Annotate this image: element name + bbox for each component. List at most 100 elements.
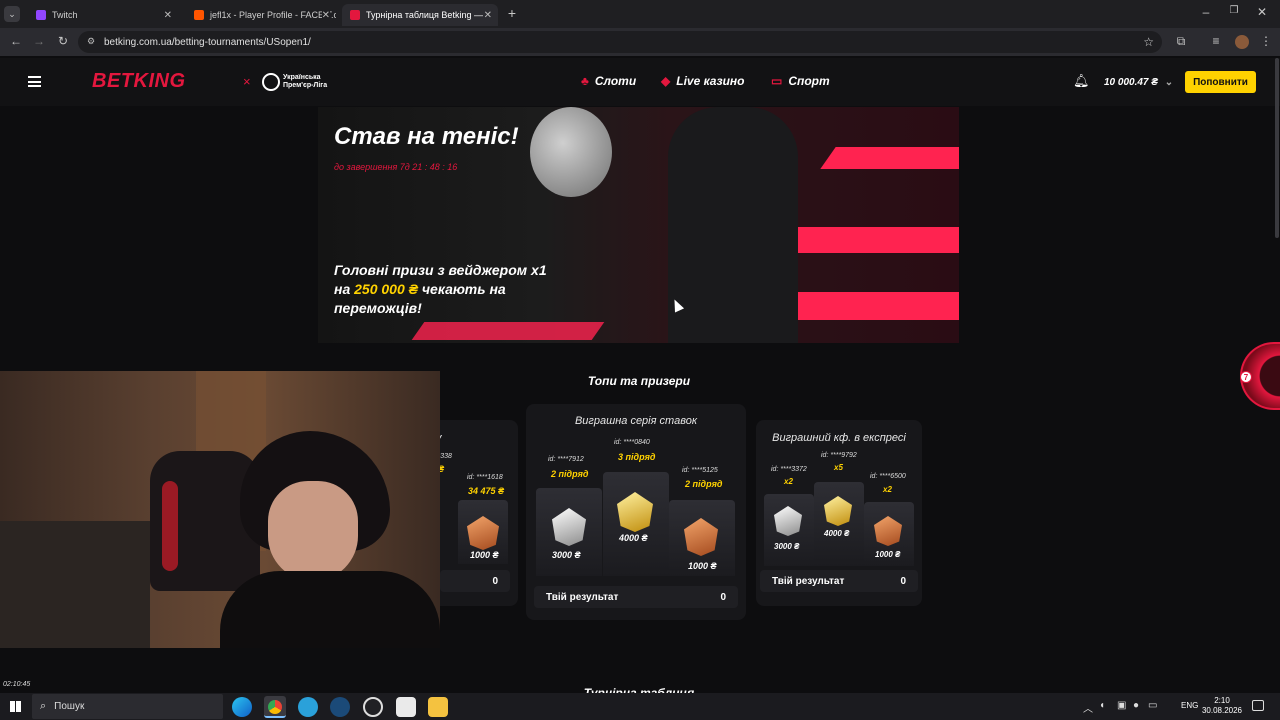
- nav-sport[interactable]: ▭ Спорт: [771, 74, 830, 88]
- logo-text: BETKING: [92, 70, 186, 92]
- stream-timer: 02:10:45: [3, 681, 31, 688]
- live-casino-icon: ◆: [661, 74, 671, 88]
- prize-amount: 1000 ₴: [875, 550, 901, 559]
- prize-amount: 1000 ₴: [470, 550, 499, 560]
- clock-time: 2:10: [1214, 696, 1230, 705]
- close-window-icon[interactable]: ✕: [1254, 5, 1270, 19]
- restore-window-icon[interactable]: ❐: [1226, 5, 1242, 16]
- nav-label: Live казино: [676, 74, 745, 88]
- balance-dropdown[interactable]: 10 000.47 ₴ ⌄: [1104, 77, 1173, 88]
- browser-tab-bar: ⌄ Twitch ✕ jefl1x - Player Profile - FAC…: [0, 0, 1280, 28]
- profile-avatar[interactable]: [1235, 35, 1249, 49]
- browser-menu-icon[interactable]: ⋮: [1258, 34, 1274, 48]
- prize-amount: 4000 ₴: [619, 533, 648, 543]
- streamer-body: [220, 571, 440, 648]
- tab-close-icon[interactable]: ✕: [321, 9, 330, 21]
- player-id: id: ****5125: [682, 467, 718, 474]
- tab-twitch[interactable]: Twitch ✕: [28, 4, 178, 26]
- promo-line-2: на 250 000 ₴ чекають на: [334, 280, 547, 299]
- file-explorer-icon[interactable]: [428, 697, 448, 717]
- language-indicator[interactable]: ENG: [1181, 701, 1198, 710]
- banner-countdown: до завершення 7д 21 : 48 : 16: [334, 162, 458, 172]
- search-placeholder: Пошук: [54, 701, 85, 712]
- extensions-icon[interactable]: ⧉: [1173, 34, 1189, 49]
- clock[interactable]: 2:10 30.08.2026: [1200, 696, 1244, 716]
- twitch-favicon-icon: [36, 10, 46, 20]
- site-info-icon[interactable]: ⚙: [87, 36, 95, 47]
- media-controls-icon[interactable]: ≡: [1208, 34, 1224, 48]
- gamepad-app-icon[interactable]: [396, 697, 416, 717]
- browser-toolbar: ← → ↻ ⚙ betking.com.ua/betting-tournamen…: [0, 28, 1280, 56]
- result-value: 0: [492, 575, 498, 587]
- tray-chevron-up-icon[interactable]: ︿: [1083, 700, 1093, 715]
- hamburger-menu-icon[interactable]: [28, 76, 41, 87]
- volume-icon[interactable]: ◖: [1099, 700, 1105, 711]
- telegram-app-icon[interactable]: [298, 697, 318, 717]
- notification-center-icon[interactable]: [1252, 700, 1264, 711]
- place-detail: x2: [883, 485, 892, 494]
- promo-text: на: [334, 281, 351, 297]
- steam-app-icon[interactable]: [330, 697, 350, 717]
- network-icon[interactable]: ▣: [1117, 700, 1126, 711]
- back-icon[interactable]: ←: [8, 34, 24, 48]
- banner-stripe-decoration: [411, 322, 605, 340]
- nav-slots[interactable]: ♣ Слоти: [581, 74, 636, 88]
- site-header: BETKING × Українська Прем'єр-Ліга ♣ Слот…: [0, 58, 1280, 106]
- your-result-row: 0: [440, 570, 510, 592]
- tab-title: jefl1x - Player Profile - FACEIT.c: [210, 10, 336, 20]
- banner-stripe-decoration: [820, 147, 959, 169]
- faceit-favicon-icon: [194, 10, 204, 20]
- reload-icon[interactable]: ↻: [55, 34, 71, 48]
- notifications-bell-icon[interactable]: 🔔︎: [1073, 73, 1090, 89]
- tab-close-icon[interactable]: ✕: [483, 9, 492, 21]
- tab-faceit[interactable]: jefl1x - Player Profile - FACEIT.c ✕: [186, 4, 336, 26]
- display-icon[interactable]: ▭: [1148, 700, 1157, 711]
- edge-app-icon[interactable]: [232, 697, 252, 717]
- search-icon: ⌕: [40, 700, 47, 712]
- prize-amount: 3000 ₴: [552, 550, 581, 560]
- page-scrollbar[interactable]: [1275, 58, 1279, 238]
- tab-betking[interactable]: Турнірна таблиця Betking — р ✕: [342, 4, 498, 26]
- result-value: 0: [900, 575, 906, 587]
- promo-amount: 250 000 ₴: [354, 281, 418, 297]
- chrome-app-icon[interactable]: [264, 696, 286, 718]
- bookmark-star-icon[interactable]: ☆: [1143, 35, 1154, 49]
- leaderboard-card-3[interactable]: Виграшний кф. в експресі id: ****9792 x5…: [756, 420, 922, 606]
- minimize-window-icon[interactable]: –: [1198, 5, 1214, 19]
- forward-icon[interactable]: →: [31, 34, 47, 48]
- nav-label: Слоти: [594, 74, 637, 88]
- top-up-button[interactable]: Поповнити: [1185, 71, 1256, 93]
- new-tab-icon[interactable]: +: [504, 5, 520, 21]
- prize-amount: 4000 ₴: [824, 529, 850, 538]
- upl-logo-icon: [262, 73, 280, 91]
- player-id: id: ****6500: [870, 473, 906, 480]
- side-wheel-widget[interactable]: 7: [1240, 342, 1280, 410]
- taskbar-search-box[interactable]: ⌕ Пошук: [32, 694, 223, 719]
- card-title: Виграшний кф. в експресі: [772, 432, 906, 444]
- obs-app-icon[interactable]: [363, 697, 383, 717]
- tennis-ball-image: [530, 107, 612, 197]
- microphone-icon[interactable]: ●: [1133, 700, 1139, 711]
- windows-start-icon[interactable]: [10, 701, 21, 712]
- place-detail: x2: [784, 477, 793, 486]
- leaderboard-card-2[interactable]: Виграшна серія ставок id: ****0840 3 під…: [526, 404, 746, 620]
- bed-area: [0, 521, 150, 648]
- chair-accent: [162, 481, 178, 571]
- partner-separator: ×: [243, 74, 251, 89]
- address-bar[interactable]: ⚙ betking.com.ua/betting-tournaments/USo…: [78, 31, 1162, 53]
- prize-amount: 3000 ₴: [774, 542, 800, 551]
- your-result-row: Твій результат 0: [760, 570, 918, 592]
- tab-close-icon[interactable]: ✕: [164, 10, 172, 21]
- betking-logo[interactable]: BETKING: [92, 70, 186, 93]
- place-detail: 34 475 ₴: [468, 486, 505, 496]
- balance-value: 10 000.47 ₴: [1104, 77, 1158, 88]
- streamer-face: [268, 481, 358, 581]
- tab-title: Twitch: [52, 10, 78, 20]
- promo-line-3: переможців!: [334, 300, 422, 316]
- tournament-banner[interactable]: Став на теніс! до завершення 7д 21 : 48 …: [318, 107, 959, 343]
- nav-live-casino[interactable]: ◆ Live казино: [661, 74, 745, 88]
- tab-list-chevron-icon[interactable]: ⌄: [4, 6, 20, 22]
- url-text: betking.com.ua/betting-tournaments/USope…: [104, 36, 311, 48]
- clock-date: 30.08.2026: [1201, 706, 1243, 715]
- betking-favicon-icon: [350, 10, 360, 20]
